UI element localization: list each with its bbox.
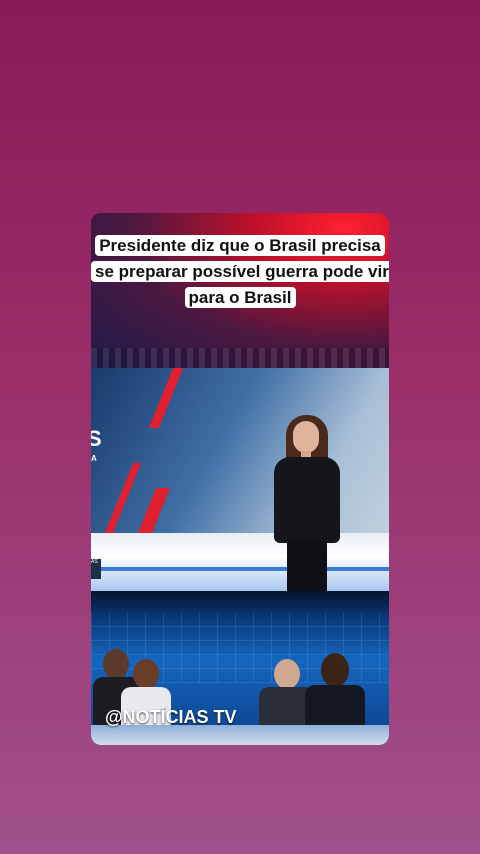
video-card[interactable]: Presidente diz que o Brasil precisa se p…	[91, 213, 389, 745]
anchor-face	[293, 421, 319, 453]
red-graphic-bar	[135, 488, 171, 538]
video-caption: Presidente diz que o Brasil precisa se p…	[91, 233, 389, 311]
stripe-decoration	[91, 348, 389, 368]
studio-logo-subtext: A	[91, 454, 97, 463]
presenter-head	[133, 659, 159, 689]
anchor-legs	[287, 541, 327, 591]
red-graphic-bar	[148, 368, 184, 428]
caption-panel: Presidente diz que o Brasil precisa se p…	[91, 213, 389, 368]
news-desk	[91, 725, 389, 745]
anchor-body	[274, 457, 340, 543]
presenter-head	[274, 659, 300, 689]
news-anchor-figure	[271, 413, 346, 591]
studio-side-tag: AS	[91, 559, 101, 579]
studio-logo-text: S	[91, 426, 102, 451]
newsroom-scene: @NOTÍCIAS TV	[91, 591, 389, 745]
studio-scene: S A AS	[91, 368, 389, 591]
red-graphic-bar	[104, 463, 142, 533]
presenter-head	[321, 653, 349, 687]
channel-watermark: @NOTÍCIAS TV	[105, 707, 237, 727]
caption-text: Presidente diz que o Brasil precisa se p…	[91, 235, 389, 308]
